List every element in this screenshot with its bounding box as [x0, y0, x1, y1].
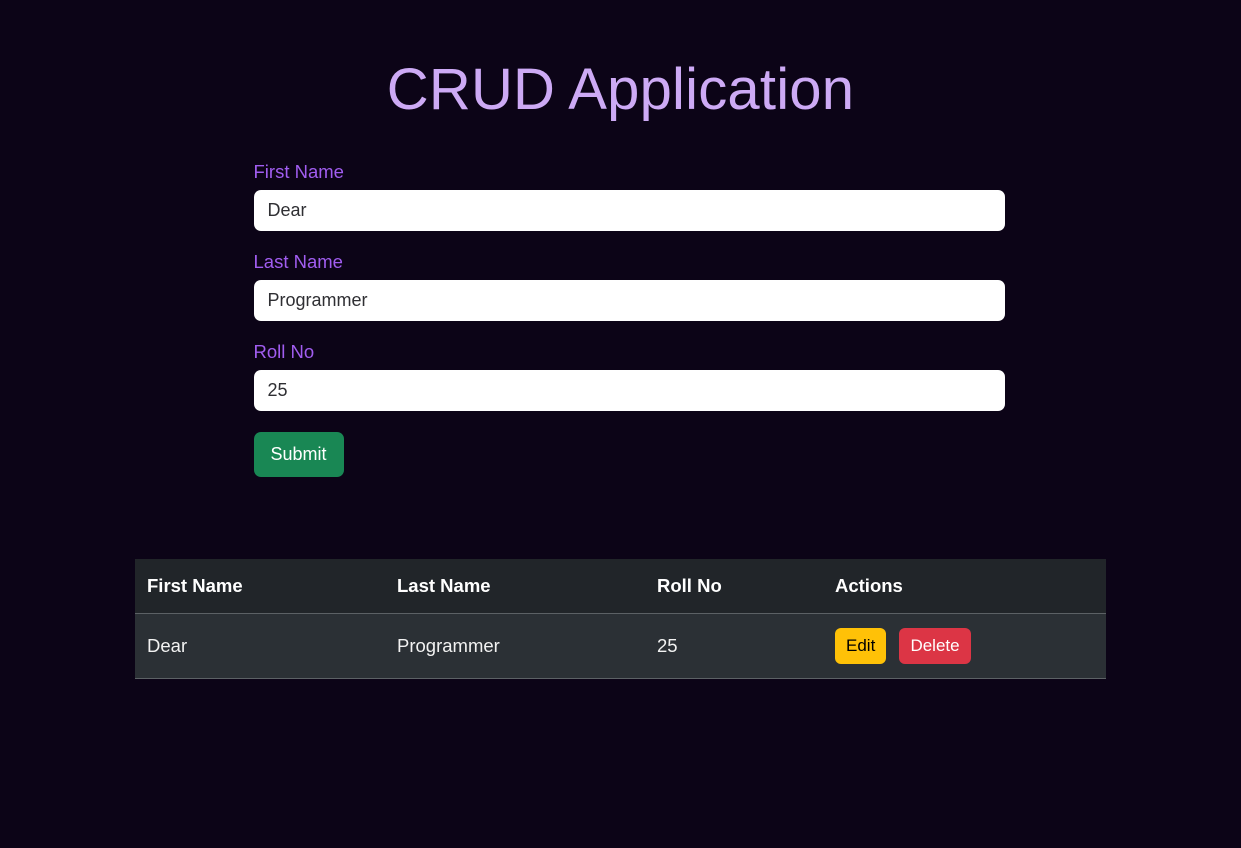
edit-button[interactable]: Edit: [835, 628, 887, 665]
roll-no-input[interactable]: [253, 370, 1005, 412]
column-header-roll-no: Roll No: [645, 559, 823, 615]
crud-application-page: { "page": { "title": "CRUD Application",…: [0, 0, 1241, 848]
table-header: First Name Last Name Roll No Actions: [135, 559, 1106, 615]
first-name-input[interactable]: [253, 189, 1005, 231]
records-table: First Name Last Name Roll No Actions Dea…: [135, 559, 1106, 680]
cell-actions: Edit Delete: [823, 613, 1106, 680]
roll-no-label: Roll No: [253, 341, 315, 363]
last-name-input[interactable]: [253, 280, 1005, 322]
column-header-actions: Actions: [823, 559, 1106, 615]
field-first-name: First Name: [253, 160, 1005, 231]
field-last-name: Last Name: [253, 250, 1005, 322]
delete-button[interactable]: Delete: [899, 628, 971, 665]
column-header-first-name: First Name: [135, 559, 385, 615]
first-name-label: First Name: [253, 160, 344, 182]
cell-last-name: Programmer: [385, 613, 645, 680]
cell-roll-no: 25: [645, 613, 823, 680]
cell-first-name: Dear: [135, 613, 385, 680]
table-body: Dear Programmer 25 Edit Delete: [135, 613, 1106, 680]
table-row: Dear Programmer 25 Edit Delete: [135, 613, 1106, 680]
column-header-last-name: Last Name: [385, 559, 645, 615]
submit-button[interactable]: Submit: [253, 432, 344, 478]
page-title: CRUD Application: [386, 57, 855, 122]
field-roll-no: Roll No: [253, 341, 1005, 412]
table-header-row: First Name Last Name Roll No Actions: [135, 559, 1106, 615]
records-table-container: First Name Last Name Roll No Actions Dea…: [135, 559, 1106, 680]
submit-row: Submit: [253, 432, 996, 478]
record-form: First Name Last Name Roll No Submit: [246, 160, 1005, 478]
last-name-label: Last Name: [253, 250, 343, 272]
